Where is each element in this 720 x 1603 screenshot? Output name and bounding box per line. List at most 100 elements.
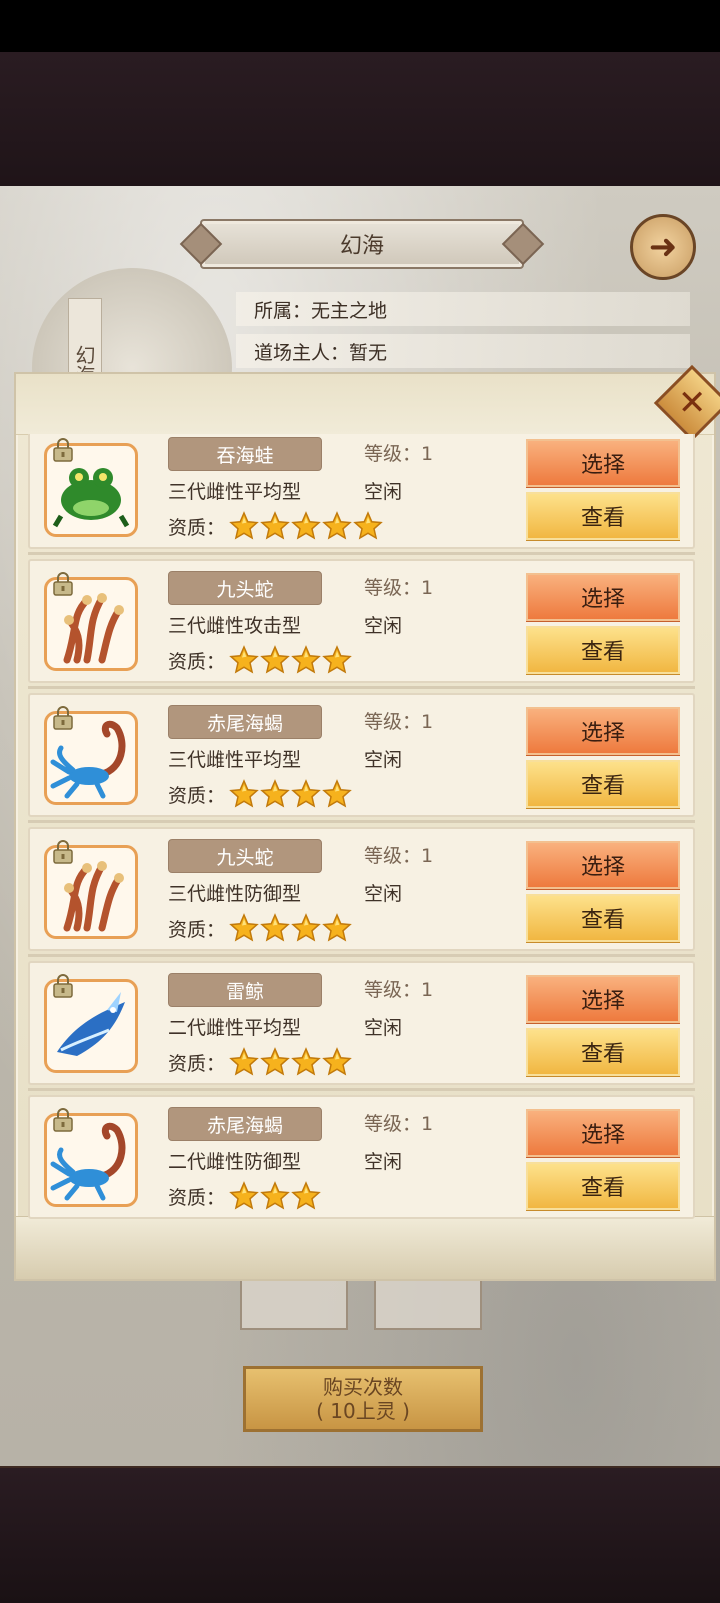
pet-name: 赤尾海蝎 [168,705,322,739]
pet-level: 等级：1 [364,979,434,1001]
pet-card[interactable]: 雷鲸二代雌性平均型 等级：1 空闲资质： 选择查看 [28,961,695,1091]
select-button[interactable]: 选择 [526,439,680,487]
star-icon [260,779,290,809]
quality-label: 资质： [168,918,226,941]
quality-stars [229,1047,352,1077]
back-button[interactable]: ➜ [630,214,696,280]
star-icon [291,511,321,541]
star-icon [291,1181,321,1211]
lock-icon[interactable] [50,839,76,865]
quality-label: 资质： [168,784,226,807]
star-icon [260,645,290,675]
status-bar-bezel [0,0,720,52]
top-frame [0,52,720,188]
pet-status: 空闲 [364,883,403,905]
buy-times-cost: ( 10上灵 ) [316,1399,410,1423]
quality-stars [229,511,383,541]
pet-level: 等级：1 [364,845,434,867]
pet-card[interactable]: 吞海蛙三代雌性平均型 等级：1 空闲资质： 选择查看 [28,434,695,555]
star-icon [322,913,352,943]
pet-card[interactable]: 赤尾海蝎三代雌性平均型 等级：1 空闲资质： 选择查看 [28,693,695,823]
pet-quality: 资质： [168,913,352,943]
pet-trait: 二代雌性平均型 [168,1017,302,1039]
star-icon [260,1181,290,1211]
select-button[interactable]: 选择 [526,841,680,889]
quality-stars [229,1181,321,1211]
view-button[interactable]: 查看 [526,894,680,942]
bottom-frame [0,1466,720,1603]
pet-trait: 二代雌性防御型 [168,1151,302,1173]
star-icon [260,1047,290,1077]
owner-faction-row: 所属：无主之地 [236,292,690,326]
star-icon [322,511,352,541]
pet-name: 九头蛇 [168,571,322,605]
back-arrow-icon: ➜ [648,227,678,267]
select-button[interactable]: 选择 [526,1109,680,1157]
view-button[interactable]: 查看 [526,626,680,674]
pet-list-inner: 吞海蛙 三代雌性平均型 等级：1 空闲 资质： 选择 查看 九头蛇 三代雌性攻击型 等级：1 空闲资… [28,434,695,1219]
lock-icon[interactable] [50,437,76,463]
star-icon [291,645,321,675]
star-icon [291,1047,321,1077]
pet-level: 等级：1 [364,1113,434,1135]
star-icon [229,645,259,675]
view-button[interactable]: 查看 [526,492,680,540]
pet-trait: 三代雌性平均型 [168,481,302,503]
pet-quality: 资质： [168,1181,321,1211]
star-icon [229,913,259,943]
lock-icon[interactable] [50,1107,76,1133]
pet-status: 空闲 [364,1017,403,1039]
lock-icon[interactable] [50,973,76,999]
quality-label: 资质： [168,650,226,673]
pet-name: 雷鲸 [168,973,322,1007]
pet-name: 九头蛇 [168,839,322,873]
quality-label: 资质： [168,1052,226,1075]
pet-quality: 资质： [168,645,352,675]
scroll-top-band [16,374,714,435]
pet-list[interactable]: 吞海蛙 三代雌性平均型 等级：1 空闲 资质： 选择 查看 九头蛇 三代雌性攻击型 等级：1 空闲资… [28,434,695,1219]
star-icon [229,779,259,809]
quality-stars [229,913,352,943]
pet-card[interactable]: 赤尾海蝎二代雌性防御型 等级：1 空闲资质： 选择查看 [28,1095,695,1219]
pet-name: 赤尾海蝎 [168,1107,322,1141]
pet-level: 等级：1 [364,443,434,465]
star-icon [229,511,259,541]
view-button[interactable]: 查看 [526,1028,680,1076]
close-icon: ✕ [677,383,707,423]
star-icon [322,779,352,809]
pet-trait: 三代雌性平均型 [168,749,302,771]
pet-status: 空闲 [364,481,403,503]
star-icon [291,779,321,809]
page-title: 幻海 [200,219,524,269]
buy-times-label: 购买次数 [323,1375,403,1399]
star-icon [260,511,290,541]
select-button[interactable]: 选择 [526,573,680,621]
pet-quality: 资质： [168,1047,352,1077]
lock-icon[interactable] [50,571,76,597]
select-button[interactable]: 选择 [526,707,680,755]
pet-card[interactable]: 九头蛇 三代雌性攻击型 等级：1 空闲 资质： 选择 查看 [28,559,695,689]
pet-status: 空闲 [364,1151,403,1173]
pet-quality: 资质： [168,779,352,809]
star-icon [322,645,352,675]
star-icon [353,511,383,541]
pet-level: 等级：1 [364,711,434,733]
quality-stars [229,779,352,809]
quality-stars [229,645,352,675]
pet-card[interactable]: 九头蛇 三代雌性防御型 等级：1 空闲 资质： 选择 查看 [28,827,695,957]
view-button[interactable]: 查看 [526,760,680,808]
buy-times-button[interactable]: 购买次数 ( 10上灵 ) [243,1366,483,1432]
pet-status: 空闲 [364,749,403,771]
pet-level: 等级：1 [364,577,434,599]
dojo-owner-row: 道场主人：暂无 [236,334,690,368]
quality-label: 资质： [168,516,226,539]
pet-name: 吞海蛙 [168,437,322,471]
view-button[interactable]: 查看 [526,1162,680,1210]
select-button[interactable]: 选择 [526,975,680,1023]
scroll-bottom-band [16,1216,714,1279]
star-icon [229,1181,259,1211]
quality-label: 资质： [168,1186,226,1209]
star-icon [260,913,290,943]
lock-icon[interactable] [50,705,76,731]
star-icon [291,913,321,943]
